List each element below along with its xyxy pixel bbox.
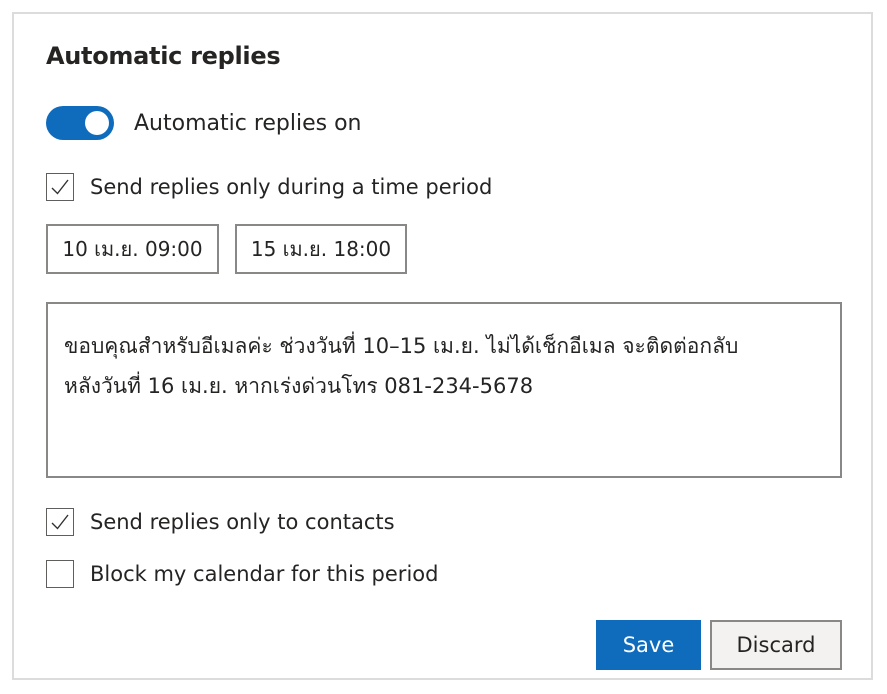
toggle-label: Automatic replies on [134, 110, 362, 136]
block-calendar-option: Block my calendar for this period [46, 559, 438, 589]
toggle-knob [85, 111, 109, 135]
automatic-replies-toggle-row: Automatic replies on [46, 106, 362, 140]
time-period-checkbox[interactable] [46, 173, 74, 201]
contacts-only-option: Send replies only to contacts [46, 507, 395, 537]
contacts-only-label: Send replies only to contacts [90, 510, 395, 534]
page-title: Automatic replies [46, 42, 281, 70]
contacts-only-checkbox[interactable] [46, 508, 74, 536]
time-period-label: Send replies only during a time period [90, 175, 493, 199]
message-line-2: หลังวันที่ 16 เม.ย. หากเร่งด่วนโทร 081-2… [64, 374, 534, 398]
checkmark-icon [51, 514, 69, 530]
message-line-1: ขอบคุณสำหรับอีเมลค่ะ ช่วงวันที่ 10–15 เม… [64, 334, 739, 358]
automatic-replies-toggle[interactable] [46, 106, 114, 140]
checkmark-icon [51, 179, 69, 195]
save-button[interactable]: Save [596, 620, 701, 670]
time-period-option: Send replies only during a time period [46, 172, 492, 202]
discard-button[interactable]: Discard [710, 620, 842, 670]
end-time-field[interactable]: 15 เม.ย. 18:00 [235, 224, 407, 274]
reply-message-textarea[interactable]: ขอบคุณสำหรับอีเมลค่ะ ช่วงวันที่ 10–15 เม… [46, 302, 842, 478]
block-calendar-checkbox[interactable] [46, 560, 74, 588]
block-calendar-label: Block my calendar for this period [90, 562, 439, 586]
start-time-field[interactable]: 10 เม.ย. 09:00 [46, 224, 219, 274]
